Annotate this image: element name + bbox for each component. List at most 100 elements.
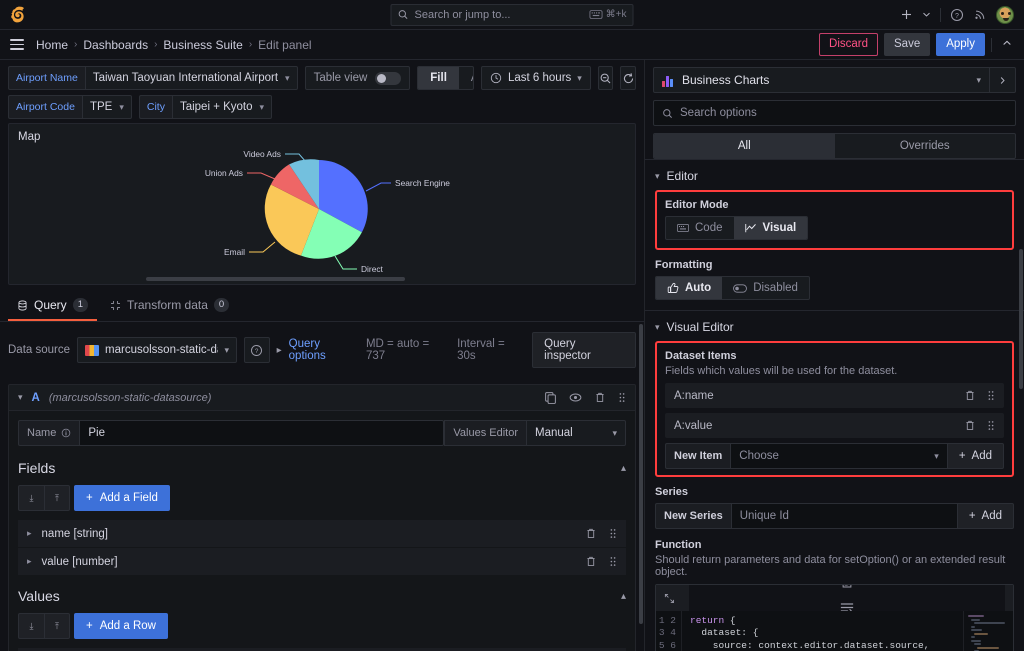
formatting-auto-button[interactable]: Auto — [656, 277, 723, 299]
field-actions — [585, 555, 617, 568]
copy-icon[interactable] — [544, 391, 557, 404]
add-row-button[interactable]: + Add a Row — [74, 613, 168, 639]
save-button[interactable]: Save — [884, 33, 931, 56]
data-source-help-button[interactable]: ? — [244, 337, 270, 363]
expand-all-icon[interactable]: ⤒ — [44, 613, 70, 639]
toolbar-row-1: Airport Name Taiwan Taoyuan Internationa… — [8, 66, 636, 90]
drag-handle-icon[interactable] — [987, 389, 995, 402]
field-item[interactable]: ▸ value [number] — [18, 548, 626, 576]
field-item[interactable]: ▸ name [string] — [18, 520, 626, 548]
code-content[interactable]: return { dataset: { source: context.edit… — [682, 611, 963, 651]
fill-button[interactable]: Fill — [418, 67, 459, 89]
trash-icon[interactable] — [585, 527, 597, 540]
table-view-toggle[interactable]: Table view — [304, 66, 411, 90]
plus-icon[interactable] — [900, 8, 913, 21]
drag-handle-icon[interactable] — [987, 419, 995, 432]
visualization-picker[interactable]: Business Charts ▾ — [653, 67, 990, 93]
add-field-button[interactable]: + Add a Field — [74, 485, 170, 511]
query-inspector-button[interactable]: Query inspector — [532, 332, 637, 368]
toggle-options-pane-button[interactable] — [990, 67, 1016, 93]
trash-icon[interactable] — [585, 555, 597, 568]
editor-mode-segmented: Code Visual — [665, 216, 809, 240]
variable-value[interactable]: Taiwan Taoyuan International Airport ▾ — [84, 66, 298, 90]
global-search-box[interactable]: Search or jump to... ⌘+k — [390, 3, 634, 26]
time-range-picker[interactable]: Last 6 hours ▾ — [480, 66, 591, 90]
toggle-switch[interactable] — [375, 71, 402, 85]
chevron-up-icon[interactable]: ▴ — [621, 591, 626, 602]
variable-value[interactable]: Taipei + Kyoto ▾ — [171, 95, 273, 119]
options-group-visual-editor-header[interactable]: ▾ Visual Editor — [645, 310, 1024, 341]
chevron-right-icon[interactable]: ▸ — [27, 556, 32, 567]
chevron-right-icon[interactable]: ▸ — [27, 528, 32, 539]
breadcrumb-item-home[interactable]: Home — [36, 38, 68, 52]
query-options-link[interactable]: Query options — [289, 338, 359, 362]
actual-button[interactable]: Actual — [459, 67, 473, 89]
help-circle-icon[interactable]: ? — [950, 8, 964, 22]
variable-airport-code[interactable]: Airport Code TPE ▾ — [8, 95, 132, 119]
pie-chart[interactable]: Search Engine Direct Email Union Ads Vid… — [9, 146, 635, 274]
collapse-all-icon[interactable]: ⤓ — [18, 613, 44, 639]
code-minimap[interactable] — [963, 611, 1013, 651]
query-scrollbar[interactable] — [639, 324, 643, 624]
collapse-all-icon[interactable]: ⤓ — [18, 485, 44, 511]
expand-all-icon[interactable]: ⤒ — [44, 485, 70, 511]
chevron-down-icon: ▾ — [655, 321, 660, 332]
tab-transform-data[interactable]: Transform data 0 — [101, 292, 238, 321]
dataset-item[interactable]: A:name — [665, 383, 1004, 408]
trash-icon[interactable] — [964, 419, 976, 432]
chevron-up-icon[interactable] — [998, 38, 1016, 51]
drag-handle-icon[interactable] — [609, 527, 617, 540]
divider — [991, 37, 992, 52]
options-scrollbar[interactable] — [1019, 249, 1023, 389]
dataset-item[interactable]: A:value — [665, 413, 1004, 438]
name-input[interactable]: Pie — [79, 420, 445, 446]
chevron-right-icon[interactable]: ▸ — [277, 345, 282, 356]
new-series-input[interactable]: Unique Id — [730, 503, 958, 529]
fields-section-title: Fields — [18, 460, 56, 476]
add-series-button[interactable]: + Add — [957, 503, 1014, 529]
trash-icon[interactable] — [964, 389, 976, 402]
search-shortcut-hint: ⌘+k — [589, 9, 627, 20]
add-dataset-item-button[interactable]: + Add — [947, 443, 1004, 469]
drag-handle-icon[interactable] — [618, 391, 626, 404]
zoom-out-button[interactable] — [597, 66, 614, 90]
tab-all[interactable]: All — [654, 134, 835, 158]
news-rss-icon[interactable] — [973, 8, 987, 22]
chevron-down-icon[interactable] — [922, 10, 931, 19]
code-area[interactable]: 1 2 3 4 5 6 7 8 return { dataset: { sour… — [656, 611, 1013, 651]
info-circle-icon[interactable] — [61, 428, 71, 438]
drag-handle-icon[interactable] — [609, 555, 617, 568]
chevron-up-icon[interactable]: ▴ — [621, 463, 626, 474]
chevron-down-icon: ▾ — [655, 170, 660, 181]
editor-mode-code-button[interactable]: Code — [666, 217, 733, 239]
options-search-input[interactable]: Search options — [653, 100, 1016, 126]
hamburger-menu-icon[interactable] — [8, 35, 26, 54]
user-avatar[interactable] — [996, 5, 1014, 24]
tab-query[interactable]: Query 1 — [8, 292, 97, 321]
variable-airport-name[interactable]: Airport Name Taiwan Taoyuan Internationa… — [8, 66, 298, 90]
grafana-logo-icon[interactable] — [8, 4, 30, 26]
chevron-down-icon: ▾ — [119, 101, 124, 112]
trash-icon[interactable] — [594, 391, 606, 404]
variable-value[interactable]: TPE ▾ — [81, 95, 132, 119]
breadcrumb-item-business-suite[interactable]: Business Suite — [163, 38, 242, 52]
breadcrumb-item-dashboards[interactable]: Dashboards — [83, 38, 148, 52]
formatting-disabled-button[interactable]: Disabled — [722, 277, 809, 299]
expand-arrows-icon[interactable] — [664, 592, 675, 605]
data-source-select[interactable]: marcusolsson-static-dat ▾ — [77, 337, 238, 363]
options-group-editor-header[interactable]: ▾ Editor — [645, 159, 1024, 190]
eye-icon[interactable] — [569, 391, 582, 404]
chevron-down-icon[interactable]: ▾ — [18, 392, 23, 403]
new-dataset-item-row: New Item Choose ▾ + Add — [665, 443, 1004, 469]
tab-overrides[interactable]: Overrides — [835, 134, 1016, 158]
apply-button[interactable]: Apply — [936, 33, 985, 56]
file-lines-icon[interactable] — [841, 584, 853, 588]
editor-mode-visual-button[interactable]: Visual — [733, 217, 808, 239]
new-item-select[interactable]: Choose ▾ — [730, 443, 948, 469]
variable-city[interactable]: City Taipei + Kyoto ▾ — [138, 95, 273, 119]
panel-horizontal-scrollbar[interactable] — [146, 277, 405, 281]
discard-button[interactable]: Discard — [819, 33, 878, 56]
values-editor-select[interactable]: Manual ▾ — [526, 420, 626, 446]
refresh-button[interactable] — [620, 66, 636, 90]
fill-actual-segmented[interactable]: Fill Actual — [417, 66, 474, 90]
